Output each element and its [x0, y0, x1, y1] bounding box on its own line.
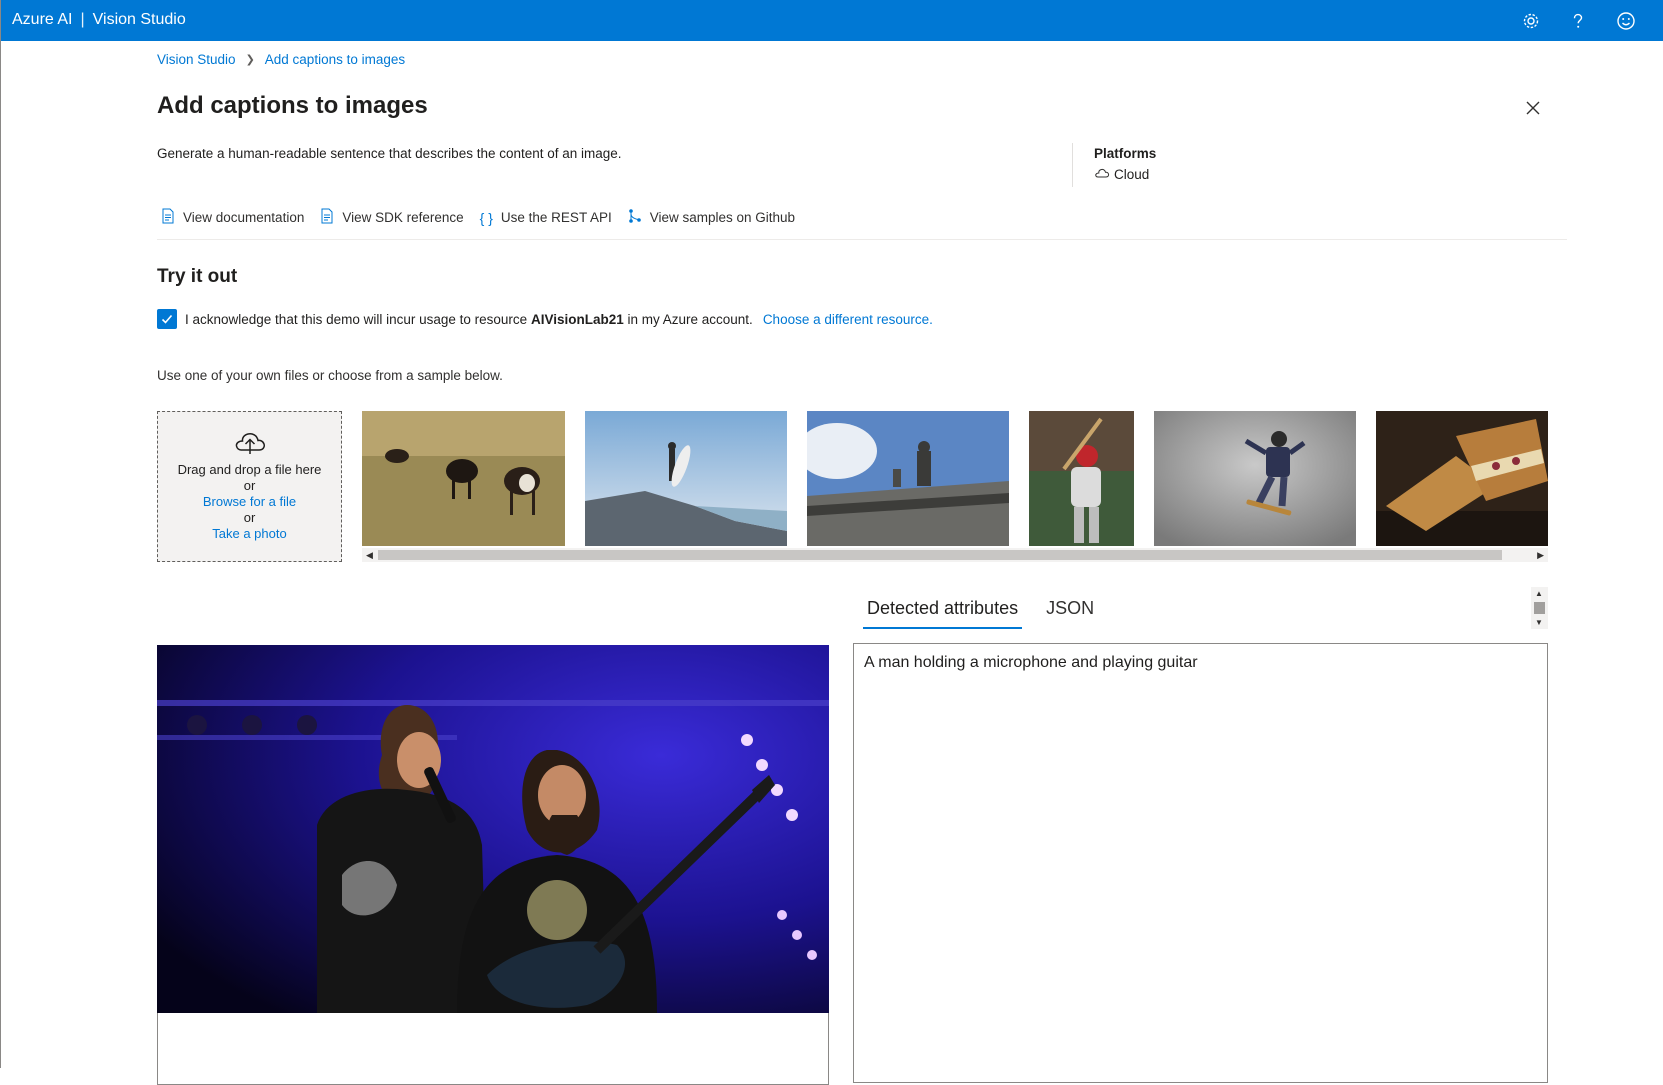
view-sdk-reference-link[interactable]: View SDK reference: [320, 208, 464, 227]
acknowledge-row: I acknowledge that this demo will incur …: [157, 309, 933, 329]
samples-horizontal-scrollbar[interactable]: ◀ ▶: [362, 548, 1548, 562]
feedback-smiley-icon[interactable]: [1614, 9, 1638, 33]
braces-icon: { }: [479, 209, 493, 226]
gear-icon[interactable]: [1519, 9, 1543, 33]
sample-image-building[interactable]: [807, 411, 1009, 546]
document-icon: [161, 208, 175, 227]
scrollbar-thumb[interactable]: [1534, 602, 1545, 614]
page-title: Add captions to images: [157, 92, 428, 119]
drag-drop-text: Drag and drop a file here: [177, 462, 322, 477]
view-documentation-link[interactable]: View documentation: [161, 208, 304, 227]
app-frame: Azure AI | Vision Studio Vision Studio ❯…: [0, 0, 1663, 1085]
cloud-upload-icon: [232, 428, 268, 460]
section-divider: [157, 239, 1567, 240]
breadcrumb-vision-studio[interactable]: Vision Studio: [157, 52, 236, 67]
branch-icon: [628, 208, 642, 227]
brand-product: Vision Studio: [92, 11, 186, 28]
brand-separator: |: [80, 11, 85, 28]
acknowledge-text-suffix: in my Azure account.: [627, 311, 753, 327]
choose-different-resource-link[interactable]: Choose a different resource.: [763, 312, 933, 327]
page-description: Generate a human-readable sentence that …: [157, 146, 622, 161]
breadcrumb: Vision Studio ❯ Add captions to images: [157, 52, 405, 67]
view-documentation-label: View documentation: [183, 210, 305, 225]
file-dropzone[interactable]: Drag and drop a file here or Browse for …: [157, 411, 342, 562]
checkmark-icon: [161, 314, 173, 324]
result-tabs: Detected attributes JSON: [863, 596, 1118, 629]
platform-cloud: Cloud: [1094, 167, 1149, 182]
scroll-down-icon[interactable]: ▼: [1535, 618, 1543, 627]
tabs-vertical-scrollbar[interactable]: ▲ ▼: [1531, 587, 1548, 629]
use-rest-api-label: Use the REST API: [500, 210, 612, 225]
view-samples-github-link[interactable]: View samples on Github: [628, 208, 795, 227]
platforms-label: Platforms: [1094, 146, 1157, 161]
acknowledge-text-prefix: I acknowledge that this demo will incur …: [185, 311, 528, 327]
tab-json[interactable]: JSON: [1042, 596, 1098, 629]
help-icon[interactable]: [1566, 9, 1590, 33]
browse-file-link[interactable]: Browse for a file: [203, 494, 296, 510]
tab-detected-attributes[interactable]: Detected attributes: [863, 596, 1023, 629]
scroll-up-icon[interactable]: ▲: [1535, 589, 1543, 598]
or-text: or: [243, 478, 256, 493]
try-it-out-heading: Try it out: [157, 266, 238, 287]
or-text: or: [243, 510, 256, 525]
scrollbar-thumb[interactable]: [378, 550, 1502, 560]
resource-name: AIVisionLab21: [530, 311, 624, 327]
cloud-icon: [1094, 167, 1110, 182]
close-icon[interactable]: [1523, 98, 1543, 118]
sample-image-baseball[interactable]: [1029, 411, 1134, 546]
generated-caption: A man holding a microphone and playing g…: [864, 654, 1198, 671]
sample-image-surfer[interactable]: [585, 411, 787, 546]
platform-cloud-label: Cloud: [1114, 167, 1150, 182]
chevron-right-icon: ❯: [245, 54, 255, 66]
sample-image-skateboarder[interactable]: [1154, 411, 1356, 546]
breadcrumb-current[interactable]: Add captions to images: [265, 52, 405, 67]
detected-attributes-panel: A man holding a microphone and playing g…: [853, 643, 1548, 1083]
document-icon: [320, 208, 334, 227]
scroll-left-icon[interactable]: ◀: [366, 550, 373, 561]
take-photo-link[interactable]: Take a photo: [212, 526, 286, 542]
brand[interactable]: Azure AI | Vision Studio: [12, 11, 186, 29]
resource-links: View documentation View SDK reference { …: [161, 208, 811, 227]
top-bar: Azure AI | Vision Studio: [1, 0, 1663, 41]
acknowledge-checkbox[interactable]: [157, 309, 177, 329]
sample-instructions: Use one of your own files or choose from…: [157, 368, 503, 383]
scroll-right-icon[interactable]: ▶: [1537, 550, 1544, 561]
brand-azure-ai: Azure AI: [12, 11, 73, 28]
view-sdk-reference-label: View SDK reference: [342, 210, 464, 225]
view-samples-github-label: View samples on Github: [649, 210, 796, 225]
sample-image-sandwich[interactable]: [1376, 411, 1548, 546]
sample-image-cows[interactable]: [362, 411, 565, 546]
analyzed-image-concert: [157, 645, 829, 1013]
vertical-divider: [1072, 143, 1073, 187]
use-rest-api-link[interactable]: { } Use the REST API: [480, 210, 612, 226]
